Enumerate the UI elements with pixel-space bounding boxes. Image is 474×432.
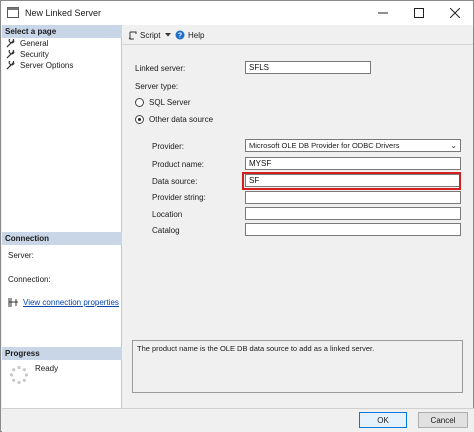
progress-spinner-icon bbox=[9, 365, 29, 385]
help-label: Help bbox=[188, 30, 205, 40]
window-app-icon bbox=[7, 7, 19, 18]
data-source-label: Data source: bbox=[152, 177, 198, 186]
page-item-general[interactable]: General bbox=[6, 38, 48, 49]
maximize-icon bbox=[414, 8, 424, 18]
page-item-label: Server Options bbox=[20, 61, 74, 70]
page-item-server-options[interactable]: Server Options bbox=[6, 60, 73, 71]
window-title: New Linked Server bbox=[25, 8, 102, 18]
page-item-security[interactable]: Security bbox=[6, 49, 49, 60]
location-label: Location bbox=[152, 210, 183, 219]
close-button[interactable] bbox=[437, 1, 473, 25]
close-icon bbox=[450, 8, 460, 18]
maximize-button[interactable] bbox=[401, 1, 437, 25]
sql-server-radio[interactable]: SQL Server bbox=[135, 98, 191, 107]
location-input[interactable] bbox=[245, 207, 461, 220]
toolbar: Script ? Help bbox=[123, 25, 473, 45]
wrench-icon bbox=[6, 61, 15, 70]
script-icon bbox=[128, 31, 137, 40]
new-linked-server-dialog: New Linked Server Select a page General … bbox=[0, 0, 474, 432]
radio-button[interactable] bbox=[135, 98, 144, 107]
provider-string-input[interactable] bbox=[245, 191, 461, 204]
linked-server-input[interactable]: SFLS bbox=[245, 61, 371, 74]
wrench-icon bbox=[6, 39, 15, 48]
page-item-label: General bbox=[20, 39, 49, 48]
server-label: Server: bbox=[8, 251, 34, 260]
help-icon: ? bbox=[175, 30, 185, 40]
data-source-highlight-box bbox=[242, 172, 461, 190]
description-text: The product name is the OLE DB data sour… bbox=[137, 344, 375, 353]
progress-header: Progress bbox=[2, 347, 122, 360]
view-connection-properties-label: View connection properties bbox=[23, 298, 119, 307]
connection-label: Connection: bbox=[8, 275, 51, 284]
ok-button[interactable]: OK bbox=[359, 412, 407, 428]
title-bar: New Linked Server bbox=[1, 1, 473, 25]
left-pane: Select a page General Security Server Op… bbox=[2, 25, 122, 408]
provider-selected-value: Microsoft OLE DB Provider for ODBC Drive… bbox=[249, 141, 400, 150]
provider-label: Provider: bbox=[152, 142, 185, 151]
chevron-down-icon[interactable] bbox=[164, 32, 172, 38]
select-page-header: Select a page bbox=[2, 25, 122, 38]
script-label: Script bbox=[140, 30, 161, 40]
dialog-button-bar: OK Cancel bbox=[2, 408, 474, 432]
linked-server-label: Linked server: bbox=[135, 64, 186, 73]
description-panel: The product name is the OLE DB data sour… bbox=[132, 340, 463, 393]
connection-properties-icon bbox=[8, 298, 18, 307]
script-button[interactable]: Script bbox=[128, 28, 175, 42]
other-data-source-radio[interactable]: Other data source bbox=[135, 115, 213, 124]
help-button[interactable]: ? Help bbox=[175, 28, 204, 42]
catalog-label: Catalog bbox=[152, 226, 180, 235]
view-connection-properties-link[interactable]: View connection properties bbox=[8, 298, 119, 307]
server-type-label: Server type: bbox=[135, 82, 179, 91]
chevron-down-icon: ⌄ bbox=[450, 141, 457, 150]
page-item-label: Security bbox=[20, 50, 49, 59]
progress-status: Ready bbox=[35, 364, 59, 373]
sql-server-option-label: SQL Server bbox=[149, 98, 191, 107]
svg-text:?: ? bbox=[178, 33, 182, 40]
cancel-button[interactable]: Cancel bbox=[418, 412, 468, 428]
minimize-button[interactable] bbox=[365, 1, 401, 25]
product-name-input[interactable]: MYSF bbox=[245, 157, 461, 170]
connection-header: Connection bbox=[2, 232, 122, 245]
catalog-input[interactable] bbox=[245, 223, 461, 236]
radio-button-selected[interactable] bbox=[135, 115, 144, 124]
provider-select[interactable]: Microsoft OLE DB Provider for ODBC Drive… bbox=[245, 139, 461, 152]
product-name-label: Product name: bbox=[152, 160, 205, 169]
provider-string-label: Provider string: bbox=[152, 193, 206, 202]
other-data-source-option-label: Other data source bbox=[149, 115, 214, 124]
minimize-icon bbox=[378, 12, 388, 14]
wrench-icon bbox=[6, 50, 15, 59]
